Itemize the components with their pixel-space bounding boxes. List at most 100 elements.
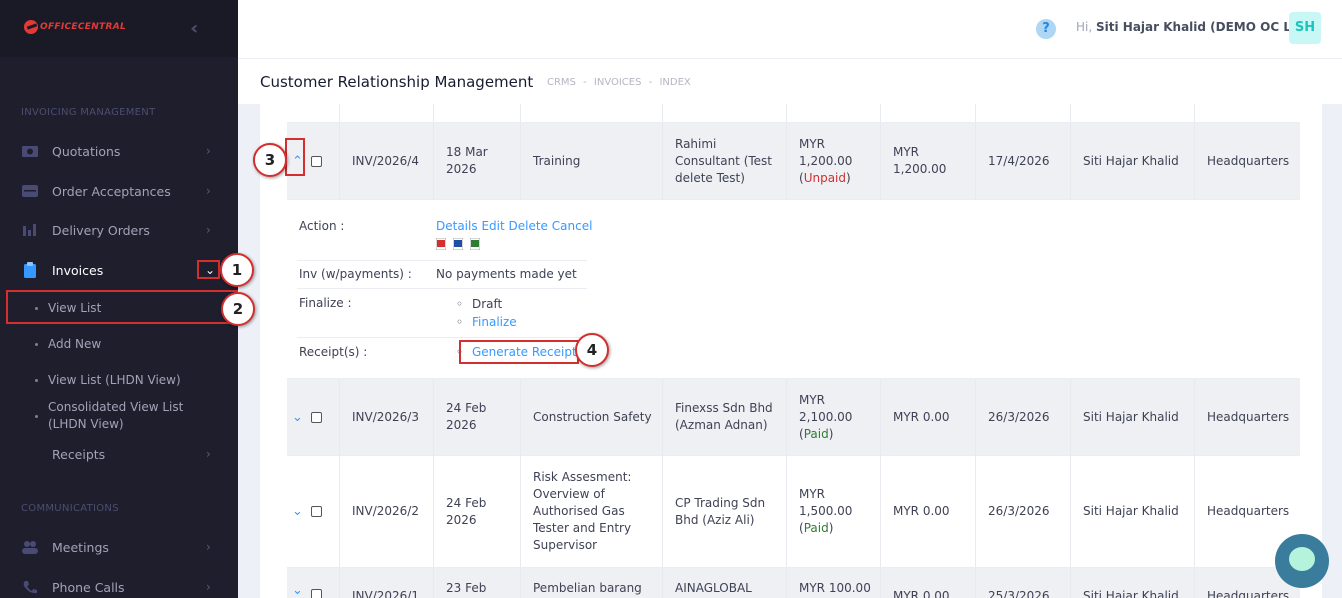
row-checkbox[interactable] — [310, 589, 322, 598]
cancel-link[interactable]: Cancel — [552, 219, 593, 233]
table-row[interactable]: ⌄ INV/2026/1 23 Feb Pembelian barang AIN… — [287, 568, 1300, 598]
sidebar-item-delivery-orders[interactable]: Delivery Orders › — [0, 212, 238, 248]
sidebar-item-meetings[interactable]: Meetings › — [0, 529, 238, 565]
customer-line: Finexss Sdn Bhd — [675, 401, 773, 415]
cell-branch: Headquarters — [1194, 379, 1300, 455]
balance-line: MYR — [893, 145, 920, 159]
cell-balance: MYR 0.00 — [880, 456, 975, 567]
delete-link[interactable]: Delete — [509, 219, 548, 233]
date-line: 24 Feb — [446, 401, 487, 415]
date-line: 18 Mar — [446, 145, 488, 159]
finalize-link[interactable]: Finalize — [472, 315, 517, 329]
greeting-text: Hi, — [1076, 20, 1093, 34]
cell-owner: Siti Hajar Khalid — [1070, 379, 1194, 455]
col-divider — [975, 104, 1070, 122]
row-checkbox[interactable] — [310, 506, 322, 517]
row-checkbox[interactable] — [310, 155, 322, 167]
chat-widget-icon[interactable] — [1275, 534, 1329, 588]
amount-line: 1,500.00 — [799, 504, 853, 518]
desc-line: Supervisor — [533, 538, 598, 552]
collapse-sidebar-icon[interactable]: ‹‹ — [190, 18, 200, 39]
cell-owner: Siti Hajar Khalid — [1070, 123, 1194, 199]
sidebar-item-receipts[interactable]: Receipts › — [0, 436, 238, 472]
sidebar-subitem-add-new[interactable]: Add New — [0, 335, 238, 353]
label-line-1: Consolidated View List — [48, 400, 184, 414]
step-marker-3: 3 — [253, 143, 287, 177]
row-checkbox[interactable] — [310, 411, 322, 423]
sidebar-subitem-consolidated[interactable]: Consolidated View List (LHDN View) — [0, 398, 238, 434]
table-row[interactable]: ⌄ INV/2026/3 24 Feb 2026 Construction Saf… — [287, 379, 1300, 456]
balance-line: 1,200.00 — [893, 162, 947, 176]
breadcrumb-separator: - — [648, 77, 653, 88]
breadcrumb-index: INDEX — [659, 77, 691, 88]
clipboard-icon — [24, 262, 36, 278]
avatar[interactable]: SH — [1289, 12, 1321, 44]
cell-owner: Siti Hajar Khalid — [1070, 568, 1194, 598]
sidebar-item-label: Phone Calls — [52, 579, 125, 595]
desc-line: Overview of — [533, 487, 605, 501]
label-line-2: (LHDN View) — [48, 417, 124, 431]
sidebar-item-label: Quotations — [52, 143, 121, 159]
chevron-right-icon: › — [206, 184, 211, 198]
sidebar-item-phone-calls[interactable]: Phone Calls › — [0, 569, 238, 598]
sidebar-item-label: Invoices — [52, 262, 104, 278]
chevron-right-icon: › — [206, 447, 211, 461]
table-header-sliver — [287, 104, 1300, 123]
breadcrumb: CRMS - INVOICES - INDEX — [547, 77, 691, 88]
breadcrumb-invoices[interactable]: INVOICES — [594, 77, 642, 88]
desc-line: Tester and Entry — [533, 521, 632, 535]
finalize-label: Finalize : — [299, 296, 352, 310]
word-icon[interactable] — [452, 237, 463, 250]
chevron-down-icon[interactable]: ⌄ — [292, 503, 303, 520]
step-marker-1: 1 — [220, 253, 254, 287]
sidebar-item-quotations[interactable]: Quotations › — [0, 133, 238, 169]
cell-balance: MYR 0.00 — [880, 379, 975, 455]
cell-invoice-no: INV/2026/1 — [339, 568, 433, 598]
cell-date: 23 Feb — [433, 568, 520, 598]
edit-link[interactable]: Edit — [481, 219, 504, 233]
cell-invoice-no: INV/2026/2 — [339, 456, 433, 567]
sidebar-item-order-acceptances[interactable]: Order Acceptances › — [0, 173, 238, 209]
excel-icon[interactable] — [469, 237, 480, 250]
amount-line: MYR — [799, 392, 826, 407]
sidebar-subitem-label: View List (LHDN View) — [48, 372, 181, 387]
col-divider — [880, 104, 975, 122]
logo[interactable]: OFFICECENTRAL — [24, 20, 126, 34]
cell-date: 24 Feb 2026 — [433, 456, 520, 567]
status-badge: Paid — [803, 521, 829, 535]
chevron-down-icon[interactable]: ⌄ — [292, 582, 303, 598]
table-row[interactable]: ⌃ INV/2026/4 18 Mar 2026 Training Rahimi C… — [287, 123, 1300, 200]
cell-amount: MYR 1,500.00 (Paid) — [786, 456, 880, 567]
sidebar-subitem-view-list-lhdn[interactable]: View List (LHDN View) — [0, 371, 238, 389]
desc-line: Authorised Gas — [533, 504, 625, 518]
chevron-right-icon: › — [206, 223, 211, 237]
top-header: ? Hi, Siti Hajar Khalid (DEMO OC LITE) S… — [238, 0, 1342, 58]
row-controls: ⌄ — [287, 568, 339, 598]
pdf-icon[interactable] — [436, 237, 446, 250]
action-links: Details Edit Delete Cancel — [436, 219, 592, 233]
breadcrumb-separator: - — [583, 77, 587, 88]
sidebar-subitem-label: Consolidated View List (LHDN View) — [48, 399, 183, 433]
user-greeting[interactable]: Hi, Siti Hajar Khalid (DEMO OC LITE) — [1076, 20, 1317, 34]
cell-branch: Headquarters — [1194, 123, 1300, 199]
chevron-right-icon: › — [206, 540, 211, 554]
table-row[interactable]: ⌄ INV/2026/2 24 Feb 2026 Risk Assesment: O… — [287, 456, 1300, 568]
highlight-view-list — [6, 290, 238, 324]
details-link[interactable]: Details — [436, 219, 478, 233]
cell-date: 18 Mar 2026 — [433, 123, 520, 199]
date-line: 24 Feb — [446, 495, 487, 510]
inv-payments-value: No payments made yet — [436, 267, 577, 281]
sidebar-item-label: Receipts — [52, 446, 106, 462]
desc-line: Risk Assesment: — [533, 470, 632, 484]
cell-amount: MYR 2,100.00 (Paid) — [786, 379, 880, 455]
breadcrumb-crms[interactable]: CRMS — [547, 77, 576, 88]
chevron-right-icon: › — [206, 580, 211, 594]
col-divider — [1070, 104, 1194, 122]
col-divider — [339, 104, 433, 122]
col-divider — [1194, 104, 1300, 122]
chevron-down-icon[interactable]: ⌄ — [292, 409, 303, 426]
help-icon[interactable]: ? — [1036, 19, 1056, 39]
customer-line: CP Trading Sdn — [675, 495, 766, 510]
receipts-label: Receipt(s) : — [299, 345, 368, 359]
cell-customer: Rahimi Consultant (Test delete Test) — [662, 123, 786, 199]
